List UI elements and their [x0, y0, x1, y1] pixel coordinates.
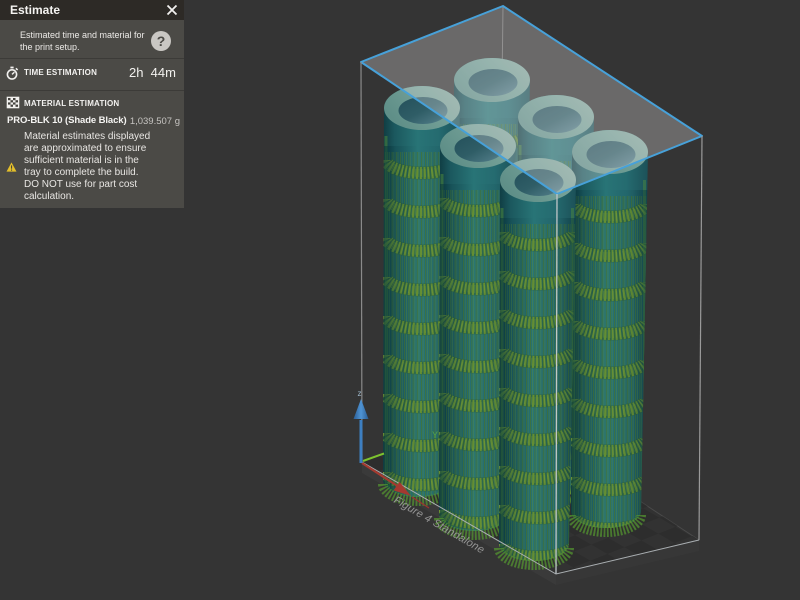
svg-text:Y: Y — [432, 430, 438, 440]
svg-text:z: z — [358, 389, 362, 398]
